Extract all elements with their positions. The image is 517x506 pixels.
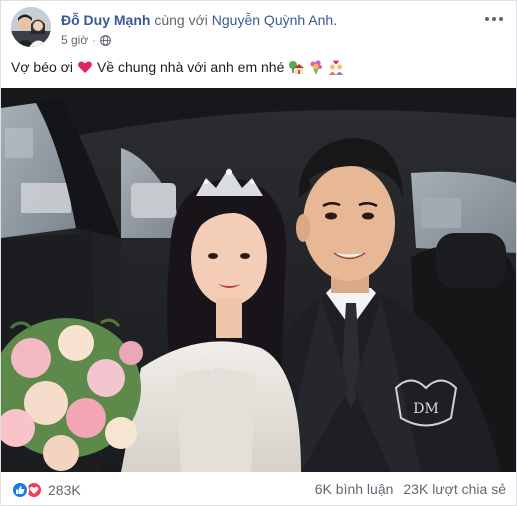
caption-text-2: Về chung nhà với anh em nhé — [96, 59, 285, 75]
like-icon — [11, 481, 29, 499]
meta-separator: · — [92, 33, 97, 47]
author-line: Đỗ Duy Mạnh cùng với Nguyễn Quỳnh Anh. — [61, 12, 337, 28]
caption-text-1: Vợ béo ơi — [11, 59, 73, 75]
with-text: cùng với — [154, 12, 208, 28]
post-photo[interactable]: DM — [1, 88, 516, 472]
reactions-summary[interactable]: 283K — [11, 481, 81, 499]
post-timestamp[interactable]: 5 giờ — [61, 33, 88, 47]
author-name-link[interactable]: Đỗ Duy Mạnh — [61, 12, 150, 28]
post-options-button[interactable] — [482, 9, 506, 29]
post-caption: Vợ béo ơi Về chung nhà với anh em nhé — [11, 59, 344, 75]
post-footer: 283K 6K bình luận 23K lượt chia sẻ — [11, 479, 506, 503]
tagged-user-link[interactable]: Nguyễn Quỳnh Anh. — [212, 12, 337, 28]
comments-count-link[interactable]: 6K bình luận — [315, 481, 394, 497]
couple-with-heart-icon — [328, 59, 344, 75]
avatar-photo — [11, 7, 51, 47]
shares-count-link[interactable]: 23K lượt chia sẻ — [403, 481, 506, 497]
more-dot-icon — [492, 17, 496, 21]
house-with-garden-icon — [288, 59, 305, 75]
globe-icon[interactable] — [100, 34, 112, 46]
bouquet-icon — [308, 59, 324, 75]
post-meta: 5 giờ · — [61, 33, 112, 47]
reaction-count: 283K — [48, 482, 81, 498]
post-header: Đỗ Duy Mạnh cùng với Nguyễn Quỳnh Anh. 5… — [11, 7, 506, 51]
author-avatar[interactable] — [11, 7, 51, 47]
post-card: Đỗ Duy Mạnh cùng với Nguyễn Quỳnh Anh. 5… — [0, 0, 517, 506]
more-dot-icon — [485, 17, 489, 21]
engagement-stats: 6K bình luận 23K lượt chia sẻ — [315, 481, 506, 497]
wedding-car-photo: DM — [1, 88, 516, 472]
more-dot-icon — [499, 17, 503, 21]
svg-text:DM: DM — [413, 401, 439, 417]
red-heart-icon — [77, 59, 93, 75]
